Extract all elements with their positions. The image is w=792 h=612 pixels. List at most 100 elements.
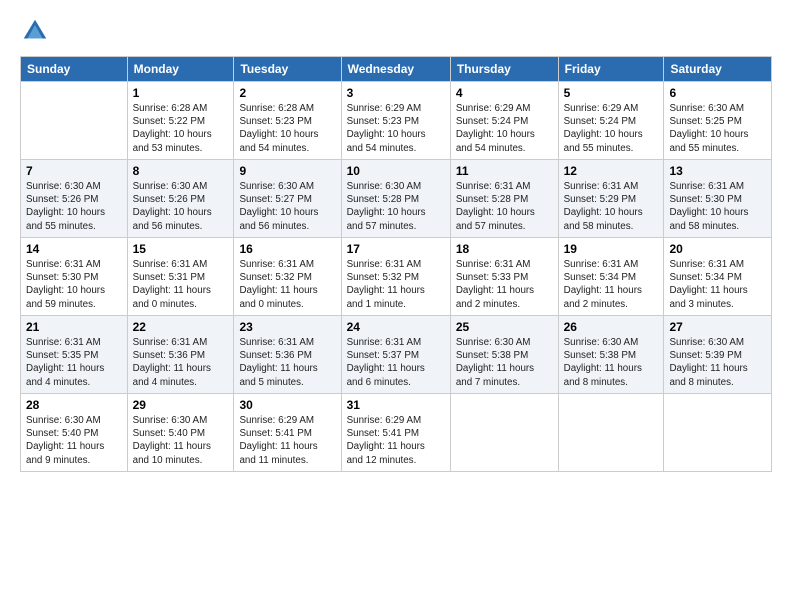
page: SundayMondayTuesdayWednesdayThursdayFrid…	[0, 0, 792, 482]
calendar-cell	[558, 394, 664, 472]
day-number: 12	[564, 164, 659, 178]
day-number: 6	[669, 86, 766, 100]
day-info: Sunrise: 6:31 AM Sunset: 5:32 PM Dayligh…	[239, 258, 335, 311]
header-day-wednesday: Wednesday	[341, 57, 450, 82]
day-info: Sunrise: 6:31 AM Sunset: 5:30 PM Dayligh…	[669, 180, 766, 233]
day-info: Sunrise: 6:30 AM Sunset: 5:25 PM Dayligh…	[669, 102, 766, 155]
day-number: 22	[133, 320, 229, 334]
week-row-2: 7 Sunrise: 6:30 AM Sunset: 5:26 PM Daylig…	[21, 160, 772, 238]
day-info: Sunrise: 6:28 AM Sunset: 5:23 PM Dayligh…	[239, 102, 335, 155]
day-number: 13	[669, 164, 766, 178]
day-info: Sunrise: 6:31 AM Sunset: 5:32 PM Dayligh…	[347, 258, 445, 311]
calendar-cell: 13 Sunrise: 6:31 AM Sunset: 5:30 PM Dayli…	[664, 160, 772, 238]
calendar-cell: 31Sunrise: 6:29 AM Sunset: 5:41 PM Dayli…	[341, 394, 450, 472]
calendar-cell: 7 Sunrise: 6:30 AM Sunset: 5:26 PM Daylig…	[21, 160, 128, 238]
day-number: 24	[347, 320, 445, 334]
calendar-cell: 5 Sunrise: 6:29 AM Sunset: 5:24 PM Daylig…	[558, 82, 664, 160]
calendar-cell: 28 Sunrise: 6:30 AM Sunset: 5:40 PM Dayli…	[21, 394, 128, 472]
calendar-cell: 23Sunrise: 6:31 AM Sunset: 5:36 PM Dayli…	[234, 316, 341, 394]
day-info: Sunrise: 6:30 AM Sunset: 5:38 PM Dayligh…	[564, 336, 659, 389]
day-number: 16	[239, 242, 335, 256]
calendar-cell: 26 Sunrise: 6:30 AM Sunset: 5:38 PM Dayli…	[558, 316, 664, 394]
week-row-4: 21 Sunrise: 6:31 AM Sunset: 5:35 PM Dayli…	[21, 316, 772, 394]
day-info: Sunrise: 6:29 AM Sunset: 5:23 PM Dayligh…	[347, 102, 445, 155]
day-number: 9	[239, 164, 335, 178]
day-info: Sunrise: 6:30 AM Sunset: 5:26 PM Dayligh…	[26, 180, 122, 233]
day-info: Sunrise: 6:30 AM Sunset: 5:38 PM Dayligh…	[456, 336, 553, 389]
day-number: 19	[564, 242, 659, 256]
header-day-sunday: Sunday	[21, 57, 128, 82]
day-number: 4	[456, 86, 553, 100]
calendar-cell: 16 Sunrise: 6:31 AM Sunset: 5:32 PM Dayli…	[234, 238, 341, 316]
day-number: 11	[456, 164, 553, 178]
day-info: Sunrise: 6:30 AM Sunset: 5:39 PM Dayligh…	[669, 336, 766, 389]
header-day-friday: Friday	[558, 57, 664, 82]
day-number: 21	[26, 320, 122, 334]
day-number: 7	[26, 164, 122, 178]
day-number: 14	[26, 242, 122, 256]
calendar-cell: 6 Sunrise: 6:30 AM Sunset: 5:25 PM Daylig…	[664, 82, 772, 160]
day-number: 31	[347, 398, 445, 412]
day-number: 20	[669, 242, 766, 256]
calendar-cell: 17 Sunrise: 6:31 AM Sunset: 5:32 PM Dayli…	[341, 238, 450, 316]
header-day-thursday: Thursday	[450, 57, 558, 82]
day-number: 17	[347, 242, 445, 256]
header	[20, 16, 772, 46]
day-info: Sunrise: 6:31 AM Sunset: 5:36 PM Dayligh…	[239, 336, 335, 389]
day-info: Sunrise: 6:31 AM Sunset: 5:34 PM Dayligh…	[669, 258, 766, 311]
day-number: 28	[26, 398, 122, 412]
day-info: Sunrise: 6:29 AM Sunset: 5:24 PM Dayligh…	[456, 102, 553, 155]
day-info: Sunrise: 6:31 AM Sunset: 5:35 PM Dayligh…	[26, 336, 122, 389]
day-info: Sunrise: 6:31 AM Sunset: 5:33 PM Dayligh…	[456, 258, 553, 311]
header-row: SundayMondayTuesdayWednesdayThursdayFrid…	[21, 57, 772, 82]
day-number: 30	[239, 398, 335, 412]
day-number: 10	[347, 164, 445, 178]
day-number: 8	[133, 164, 229, 178]
calendar-cell: 4 Sunrise: 6:29 AM Sunset: 5:24 PM Daylig…	[450, 82, 558, 160]
day-number: 5	[564, 86, 659, 100]
day-info: Sunrise: 6:29 AM Sunset: 5:41 PM Dayligh…	[239, 414, 335, 467]
header-day-monday: Monday	[127, 57, 234, 82]
day-info: Sunrise: 6:30 AM Sunset: 5:27 PM Dayligh…	[239, 180, 335, 233]
day-number: 26	[564, 320, 659, 334]
day-info: Sunrise: 6:31 AM Sunset: 5:36 PM Dayligh…	[133, 336, 229, 389]
day-info: Sunrise: 6:29 AM Sunset: 5:24 PM Dayligh…	[564, 102, 659, 155]
day-info: Sunrise: 6:30 AM Sunset: 5:40 PM Dayligh…	[133, 414, 229, 467]
header-day-tuesday: Tuesday	[234, 57, 341, 82]
calendar-cell	[450, 394, 558, 472]
week-row-5: 28 Sunrise: 6:30 AM Sunset: 5:40 PM Dayli…	[21, 394, 772, 472]
day-info: Sunrise: 6:31 AM Sunset: 5:37 PM Dayligh…	[347, 336, 445, 389]
day-info: Sunrise: 6:31 AM Sunset: 5:31 PM Dayligh…	[133, 258, 229, 311]
calendar-cell: 8Sunrise: 6:30 AM Sunset: 5:26 PM Daylig…	[127, 160, 234, 238]
day-number: 15	[133, 242, 229, 256]
day-number: 25	[456, 320, 553, 334]
day-info: Sunrise: 6:28 AM Sunset: 5:22 PM Dayligh…	[133, 102, 229, 155]
calendar-cell: 20 Sunrise: 6:31 AM Sunset: 5:34 PM Dayli…	[664, 238, 772, 316]
calendar-cell: 2 Sunrise: 6:28 AM Sunset: 5:23 PM Daylig…	[234, 82, 341, 160]
calendar-cell: 24 Sunrise: 6:31 AM Sunset: 5:37 PM Dayli…	[341, 316, 450, 394]
calendar-cell	[21, 82, 128, 160]
calendar-cell: 25 Sunrise: 6:30 AM Sunset: 5:38 PM Dayli…	[450, 316, 558, 394]
calendar-cell: 27 Sunrise: 6:30 AM Sunset: 5:39 PM Dayli…	[664, 316, 772, 394]
calendar-cell: 19 Sunrise: 6:31 AM Sunset: 5:34 PM Dayli…	[558, 238, 664, 316]
logo	[20, 16, 54, 46]
day-info: Sunrise: 6:30 AM Sunset: 5:40 PM Dayligh…	[26, 414, 122, 467]
day-number: 3	[347, 86, 445, 100]
calendar-cell	[664, 394, 772, 472]
calendar-cell: 10Sunrise: 6:30 AM Sunset: 5:28 PM Dayli…	[341, 160, 450, 238]
calendar-cell: 18 Sunrise: 6:31 AM Sunset: 5:33 PM Dayli…	[450, 238, 558, 316]
day-info: Sunrise: 6:31 AM Sunset: 5:29 PM Dayligh…	[564, 180, 659, 233]
day-info: Sunrise: 6:31 AM Sunset: 5:28 PM Dayligh…	[456, 180, 553, 233]
day-info: Sunrise: 6:31 AM Sunset: 5:30 PM Dayligh…	[26, 258, 122, 311]
day-info: Sunrise: 6:31 AM Sunset: 5:34 PM Dayligh…	[564, 258, 659, 311]
day-number: 2	[239, 86, 335, 100]
day-number: 18	[456, 242, 553, 256]
week-row-1: 1 Sunrise: 6:28 AM Sunset: 5:22 PM Daylig…	[21, 82, 772, 160]
day-number: 1	[133, 86, 229, 100]
calendar-cell: 12 Sunrise: 6:31 AM Sunset: 5:29 PM Dayli…	[558, 160, 664, 238]
logo-icon	[20, 16, 50, 46]
calendar-cell: 30 Sunrise: 6:29 AM Sunset: 5:41 PM Dayli…	[234, 394, 341, 472]
calendar-table: SundayMondayTuesdayWednesdayThursdayFrid…	[20, 56, 772, 472]
calendar-cell: 1 Sunrise: 6:28 AM Sunset: 5:22 PM Daylig…	[127, 82, 234, 160]
day-number: 27	[669, 320, 766, 334]
